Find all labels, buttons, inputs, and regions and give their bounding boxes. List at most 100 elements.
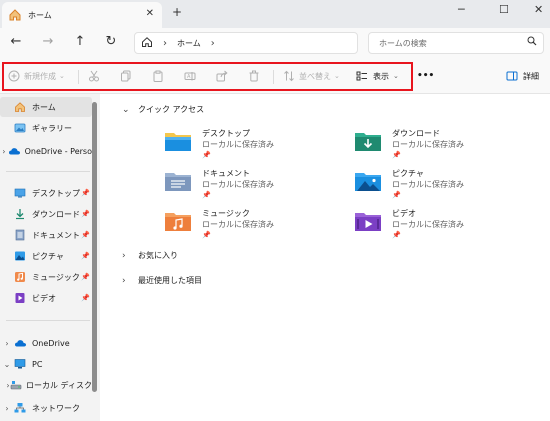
- new-tab-button[interactable]: +: [172, 5, 182, 19]
- search-icon: [527, 36, 537, 49]
- sidebar-item-label: ダウンロード: [32, 209, 80, 219]
- search-placeholder: ホームの検索: [379, 38, 427, 48]
- home-icon: [14, 101, 28, 113]
- sidebar-item-network[interactable]: › ネットワーク: [0, 398, 92, 418]
- more-options-button[interactable]: •••: [417, 68, 434, 84]
- pin-icon: 📌: [202, 151, 211, 159]
- sidebar-item-desktop[interactable]: デスクトップ: [0, 183, 92, 203]
- document-icon: [14, 229, 28, 241]
- folder-downloads[interactable]: ダウンロード ローカルに保存済み 📌: [354, 128, 514, 164]
- home-icon: [141, 36, 153, 50]
- sidebar-item-videos[interactable]: ビデオ: [0, 288, 92, 308]
- divider: [6, 320, 90, 321]
- sidebar-item-onedrive-personal[interactable]: › OneDrive - Perso: [0, 141, 92, 161]
- recent-header[interactable]: › 最近使用した項目: [122, 275, 202, 286]
- pin-icon[interactable]: 📌: [81, 294, 90, 302]
- cloud-icon: [8, 145, 21, 157]
- section-title: クイック アクセス: [138, 105, 205, 114]
- chevron-right-icon[interactable]: ›: [0, 339, 14, 348]
- sidebar-item-pictures[interactable]: ピクチャ: [0, 246, 92, 266]
- desktop-folder-icon: [164, 130, 192, 152]
- pin-icon: 📌: [392, 231, 401, 239]
- chevron-right-icon[interactable]: ›: [0, 404, 14, 413]
- details-button-label: 詳細: [523, 71, 539, 81]
- sidebar-item-label: ギャラリー: [32, 123, 72, 133]
- music-folder-icon: [164, 210, 192, 232]
- pin-icon: 📌: [202, 231, 211, 239]
- sidebar-item-music[interactable]: ミュージック: [0, 267, 92, 287]
- details-button[interactable]: 詳細: [506, 68, 539, 84]
- back-button[interactable]: ←: [8, 34, 24, 49]
- forward-button[interactable]: →: [40, 34, 56, 49]
- close-button[interactable]: ✕: [534, 3, 543, 16]
- sidebar-item-documents[interactable]: ドキュメント: [0, 225, 92, 245]
- sidebar-item-label: OneDrive: [32, 338, 70, 348]
- address-bar[interactable]: › ホーム ›: [134, 32, 358, 54]
- sidebar-scrollbar[interactable]: [92, 102, 97, 392]
- sidebar-item-local-disk[interactable]: › ローカル ディスク: [0, 375, 92, 395]
- divider: [6, 171, 90, 172]
- folder-status: ローカルに保存済み: [392, 140, 464, 149]
- sidebar-item-downloads[interactable]: ダウンロード: [0, 204, 92, 224]
- favorites-header[interactable]: › お気に入り: [122, 250, 178, 261]
- downloads-folder-icon: [354, 130, 382, 152]
- pin-icon[interactable]: 📌: [81, 231, 90, 239]
- videos-folder-icon: [354, 210, 382, 232]
- chevron-right-icon[interactable]: ›: [211, 38, 215, 49]
- tab-home[interactable]: ホーム ✕: [2, 2, 162, 28]
- chevron-right-icon: ›: [122, 275, 126, 286]
- pictures-folder-icon: [354, 170, 382, 192]
- pin-icon[interactable]: 📌: [81, 252, 90, 260]
- folder-status: ローカルに保存済み: [392, 180, 464, 189]
- network-icon: [14, 402, 28, 414]
- section-title: お気に入り: [138, 251, 178, 260]
- sidebar-item-label: ミュージック: [32, 272, 80, 282]
- sidebar-item-label: ビデオ: [32, 293, 56, 303]
- sidebar-item-label: PC: [32, 359, 43, 369]
- folder-name: ドキュメント: [202, 169, 250, 178]
- sidebar-item-label: ネットワーク: [32, 403, 80, 413]
- folder-name: ダウンロード: [392, 129, 440, 138]
- pin-icon[interactable]: 📌: [81, 189, 90, 197]
- breadcrumb[interactable]: ホーム: [177, 38, 201, 49]
- section-title: 最近使用した項目: [138, 276, 202, 285]
- folder-status: ローカルに保存済み: [202, 180, 274, 189]
- download-icon: [14, 208, 28, 220]
- refresh-button[interactable]: ↻: [103, 34, 119, 49]
- pc-icon: [14, 358, 28, 370]
- folder-name: デスクトップ: [202, 129, 250, 138]
- cloud-icon: [14, 337, 28, 349]
- folder-status: ローカルに保存済み: [202, 140, 274, 149]
- search-input[interactable]: ホームの検索: [368, 32, 544, 54]
- pin-icon[interactable]: 📌: [81, 210, 90, 218]
- minimize-button[interactable]: ─: [458, 3, 465, 16]
- chevron-down-icon[interactable]: ⌄: [0, 360, 14, 369]
- folder-music[interactable]: ミュージック ローカルに保存済み 📌: [164, 208, 324, 244]
- pictures-icon: [14, 250, 28, 262]
- folder-name: ピクチャ: [392, 169, 424, 178]
- chevron-right-icon[interactable]: ›: [0, 147, 8, 156]
- sidebar-item-label: OneDrive - Perso: [24, 146, 92, 156]
- sidebar-item-onedrive[interactable]: › OneDrive: [0, 333, 92, 353]
- tab-close-button[interactable]: ✕: [146, 8, 154, 19]
- home-icon: [8, 8, 22, 22]
- pin-icon: 📌: [392, 191, 401, 199]
- folder-name: ミュージック: [202, 209, 250, 218]
- quick-access-header[interactable]: ⌄ クイック アクセス: [122, 104, 204, 115]
- pin-icon: 📌: [202, 191, 211, 199]
- folder-desktop[interactable]: デスクトップ ローカルに保存済み 📌: [164, 128, 324, 164]
- chevron-right-icon: ›: [122, 250, 126, 261]
- sidebar-item-gallery[interactable]: ギャラリー: [0, 118, 92, 138]
- folder-documents[interactable]: ドキュメント ローカルに保存済み 📌: [164, 168, 324, 204]
- tab-title: ホーム: [28, 10, 52, 20]
- folder-videos[interactable]: ビデオ ローカルに保存済み 📌: [354, 208, 514, 244]
- sidebar-item-label: デスクトップ: [32, 188, 80, 198]
- sidebar-item-label: ピクチャ: [32, 251, 64, 261]
- up-button[interactable]: ↑: [72, 34, 88, 49]
- folder-pictures[interactable]: ピクチャ ローカルに保存済み 📌: [354, 168, 514, 204]
- sidebar-item-home[interactable]: ホーム: [0, 97, 92, 117]
- documents-folder-icon: [164, 170, 192, 192]
- sidebar-item-pc[interactable]: ⌄ PC: [0, 354, 92, 374]
- maximize-button[interactable]: ☐: [499, 3, 509, 16]
- pin-icon[interactable]: 📌: [81, 273, 90, 281]
